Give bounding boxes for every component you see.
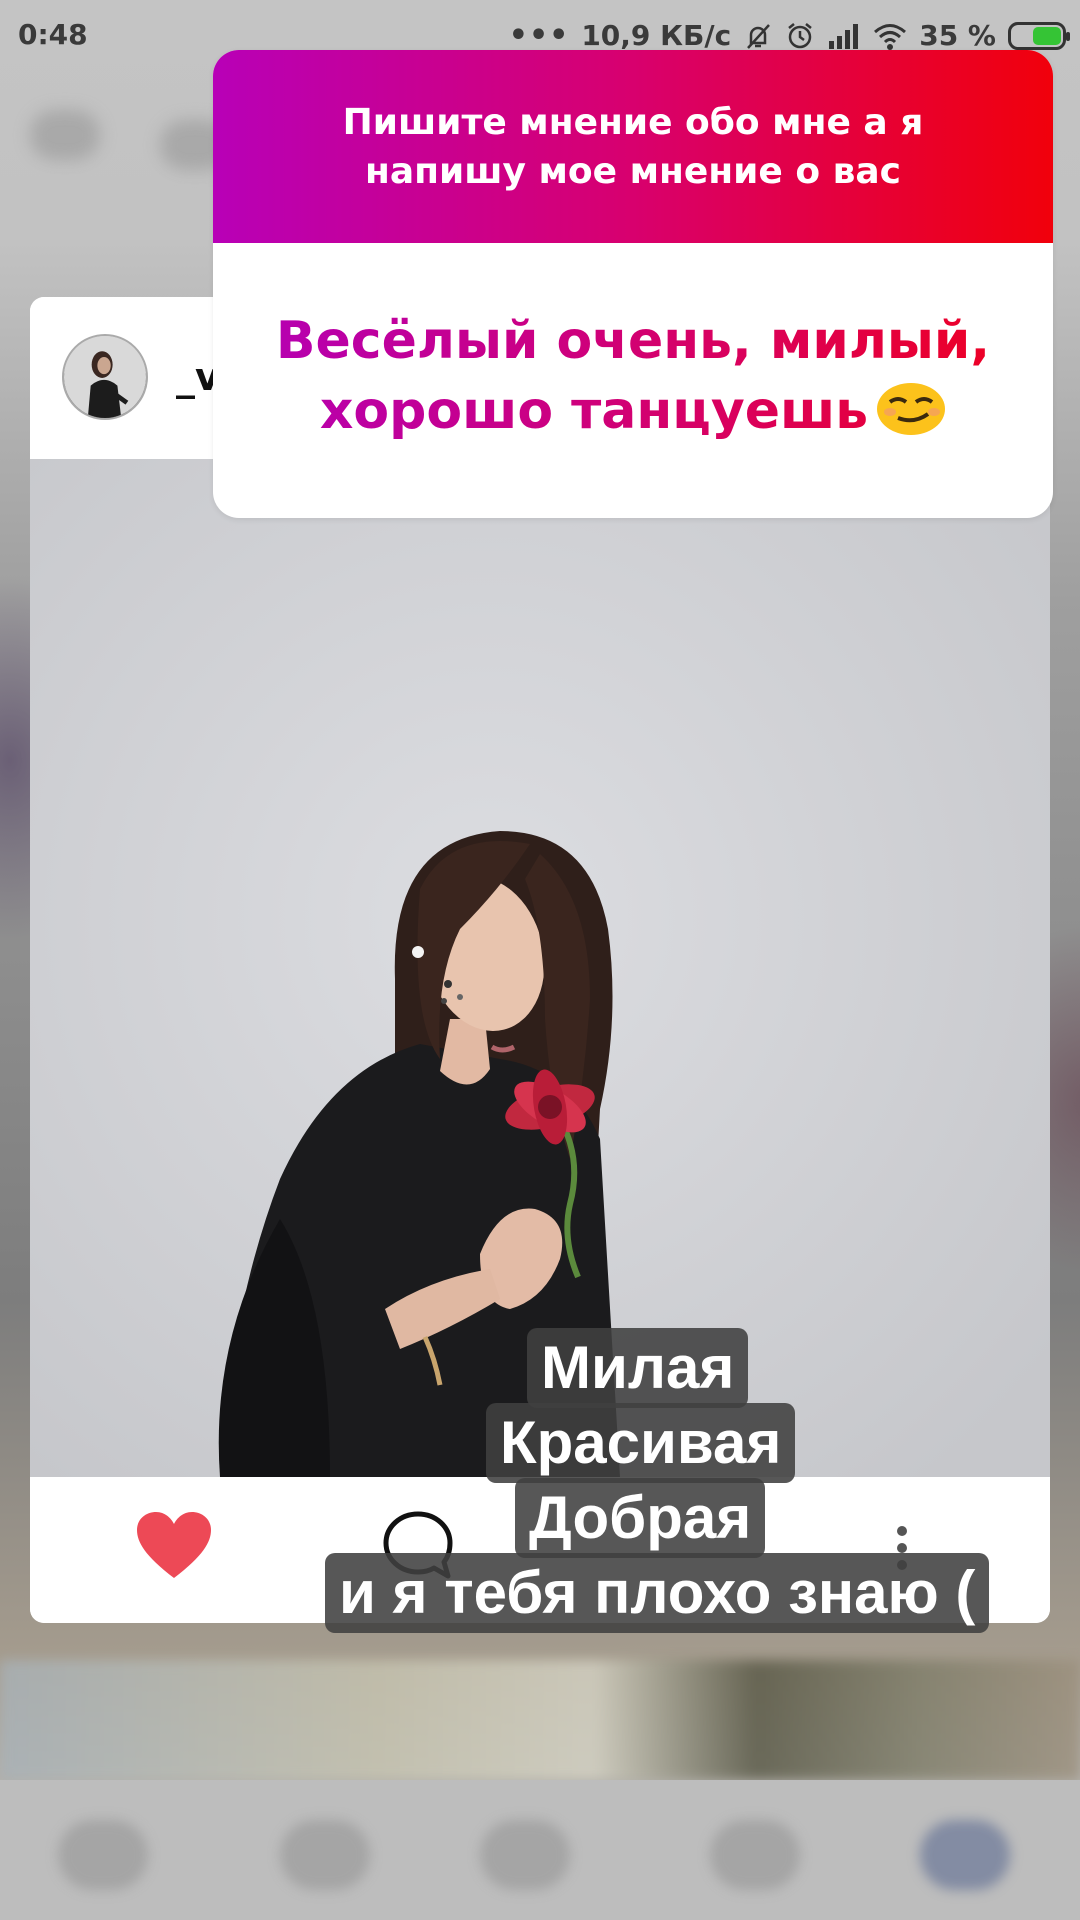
question-text: Пишите мнение обо мне а я напишу мое мне… (342, 102, 924, 192)
blurred-background-band (0, 1660, 1080, 1780)
battery-charging-icon (1008, 21, 1070, 50)
overlay-text-line-2: Красивая (486, 1403, 796, 1483)
heart-icon[interactable] (135, 1510, 213, 1580)
status-more-dots: ••• (508, 18, 570, 53)
blurred-back-icon (30, 110, 100, 160)
avatar[interactable] (62, 334, 148, 420)
alarm-icon (788, 22, 812, 48)
network-speed: 10,9 КБ/с (581, 19, 732, 52)
signal-icon (829, 23, 859, 49)
answer-text: Весёлый очень, милый, хорошо танцуешь (243, 306, 1023, 446)
girl-with-flower-photo (30, 459, 1050, 1477)
blurred-bottom-nav (0, 1780, 1080, 1920)
overlay-text-line-1: Милая (527, 1328, 749, 1408)
overlay-text-line-3: Добрая (515, 1478, 766, 1558)
smirking-face-icon (877, 383, 946, 435)
battery-percent: 35 % (919, 19, 996, 52)
question-header: Пишите мнение обо мне а я напишу мое мне… (213, 50, 1053, 243)
mute-bell-icon (747, 23, 771, 49)
wifi-icon (874, 23, 907, 50)
overlay-text-line-4: и я тебя плохо знаю ( (325, 1553, 990, 1633)
post-photo (30, 459, 1050, 1477)
avatar-photo (64, 336, 146, 418)
status-time: 0:48 (18, 18, 88, 51)
question-sticker: Пишите мнение обо мне а я напишу мое мне… (213, 50, 1053, 518)
